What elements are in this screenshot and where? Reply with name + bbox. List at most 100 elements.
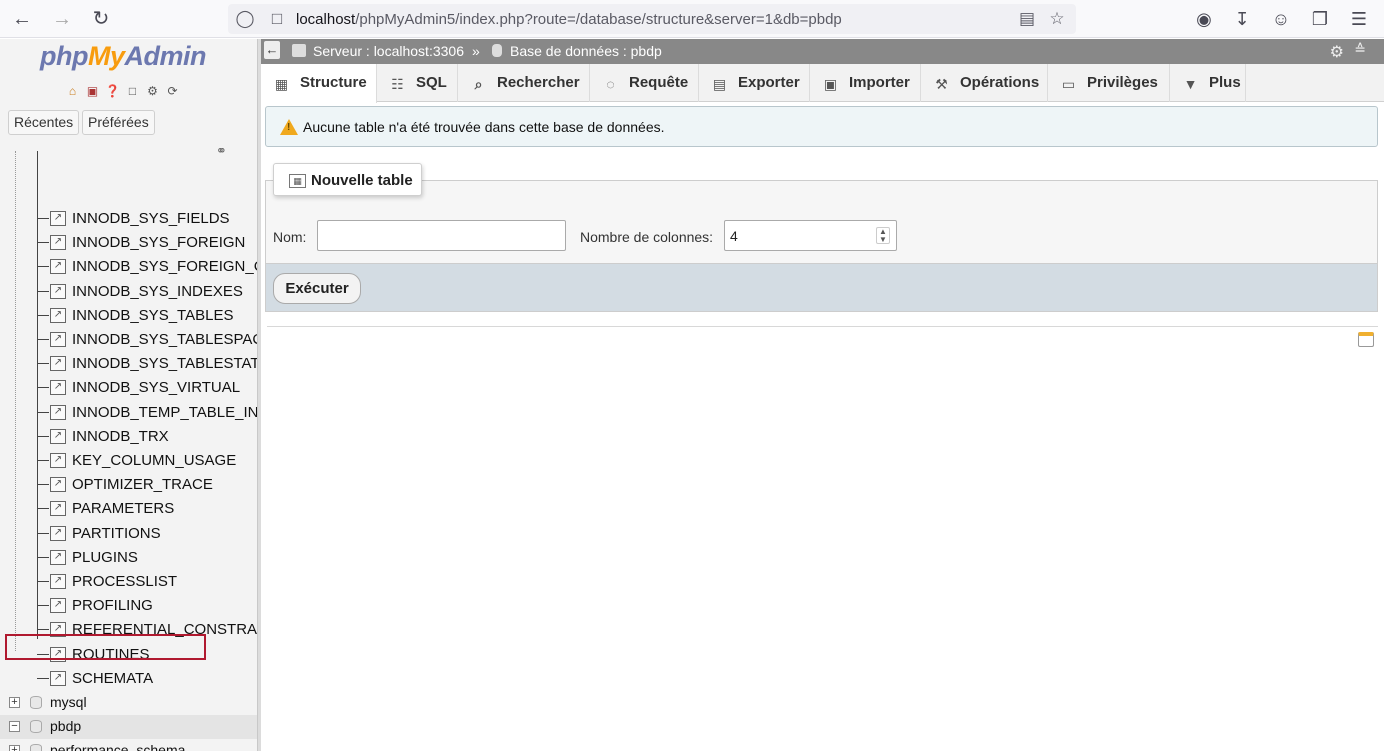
tab-privileges[interactable]: ▭ Privilèges <box>1048 64 1170 102</box>
view-icon[interactable]: ↗ <box>50 525 66 541</box>
table-item[interactable]: ↗ INNODB_SYS_TABLESTATS <box>0 352 257 376</box>
table-name-input[interactable] <box>317 220 566 251</box>
table-name[interactable]: PLUGINS <box>72 549 138 566</box>
link-icon[interactable]: ⚭ <box>216 143 227 159</box>
view-icon[interactable]: ↗ <box>50 307 66 323</box>
extensions-icon[interactable]: ❐ <box>1307 6 1333 32</box>
shield-icon[interactable]: ◯ <box>234 8 256 30</box>
tab-requete[interactable]: ◌ Requête <box>590 64 699 102</box>
table-item[interactable]: ↗ INNODB_SYS_FOREIGN <box>0 231 257 255</box>
database-item[interactable]: + performance_schema <box>0 739 257 751</box>
table-item[interactable]: ↗ INNODB_SYS_TABLES <box>0 304 257 328</box>
expand-plus-icon[interactable]: + <box>9 745 20 751</box>
execute-button[interactable]: Exécuter <box>273 273 361 304</box>
table-name[interactable]: PROFILING <box>72 597 153 614</box>
view-icon[interactable]: ↗ <box>50 259 66 275</box>
breadcrumb-database[interactable]: Base de données : pbdp <box>510 43 662 59</box>
docs-icon[interactable]: □ <box>124 83 141 100</box>
reader-view-icon[interactable]: ▤ <box>1016 8 1038 30</box>
reload-icon[interactable]: ↻ <box>88 6 114 32</box>
view-icon[interactable]: ↗ <box>50 428 66 444</box>
page-icon[interactable]: □ <box>266 8 288 30</box>
bookmark-star-icon[interactable]: ☆ <box>1046 8 1068 30</box>
table-name[interactable]: INNODB_SYS_TABLESPACE <box>72 331 257 348</box>
table-item[interactable]: ↗ PARTITIONS <box>0 522 257 546</box>
database-name[interactable]: pbdp <box>50 718 81 734</box>
view-icon[interactable]: ↗ <box>50 549 66 565</box>
table-name[interactable]: INNODB_TRX <box>72 428 169 445</box>
tab-exporter[interactable]: ▤ Exporter <box>699 64 810 102</box>
view-icon[interactable]: ↗ <box>50 501 66 517</box>
table-item[interactable]: ↗ INNODB_SYS_TABLESPACE <box>0 328 257 352</box>
database-name[interactable]: performance_schema <box>50 742 185 751</box>
back-arrow-icon[interactable]: ← <box>9 6 35 32</box>
view-icon[interactable]: ↗ <box>50 235 66 251</box>
table-name[interactable]: OPTIMIZER_TRACE <box>72 476 213 493</box>
tab-sql[interactable]: ☷ SQL <box>377 64 458 102</box>
table-name[interactable]: PROCESSLIST <box>72 573 177 590</box>
breadcrumb-server[interactable]: Serveur : localhost:3306 <box>313 43 464 59</box>
tab-plus[interactable]: ▼ Plus <box>1170 64 1246 102</box>
table-item[interactable]: ↗ INNODB_SYS_FOREIGN_CO <box>0 255 257 279</box>
view-icon[interactable]: ↗ <box>50 356 66 372</box>
table-item[interactable]: ↗ PLUGINS <box>0 546 257 570</box>
number-spinner-icon[interactable]: ▲ ▼ <box>876 227 890 244</box>
help-icon[interactable]: ❓ <box>104 83 121 100</box>
table-item[interactable]: ↗ SCHEMATA <box>0 667 257 691</box>
table-name[interactable]: INNODB_TEMP_TABLE_INFO <box>72 404 257 421</box>
table-name[interactable]: SCHEMATA <box>72 670 153 687</box>
table-item[interactable]: ↗ INNODB_TEMP_TABLE_INFO <box>0 401 257 425</box>
expand-plus-icon[interactable]: + <box>9 697 20 708</box>
settings-gear-icon[interactable]: ⚙ <box>144 83 161 100</box>
address-bar[interactable]: ◯ □ localhost/phpMyAdmin5/index.php?rout… <box>228 4 1076 34</box>
tab-structure[interactable]: ▦ Structure <box>261 64 377 103</box>
table-name[interactable]: INNODB_SYS_FOREIGN_CO <box>72 258 257 275</box>
table-name[interactable]: INNODB_SYS_TABLES <box>72 307 233 324</box>
pocket-icon[interactable]: ◉ <box>1191 6 1217 32</box>
columns-count-input[interactable]: 4 ▲ ▼ <box>724 220 897 251</box>
database-item[interactable]: + mysql <box>0 691 257 715</box>
view-icon[interactable]: ↗ <box>50 283 66 299</box>
collapse-icon[interactable]: ≙ <box>1354 41 1366 58</box>
database-name[interactable]: mysql <box>50 694 87 710</box>
view-icon[interactable]: ↗ <box>50 380 66 396</box>
account-icon[interactable]: ☺ <box>1268 6 1294 32</box>
table-item[interactable]: ↗ OPTIMIZER_TRACE <box>0 473 257 497</box>
table-name[interactable]: INNODB_SYS_FOREIGN <box>72 234 245 251</box>
table-item[interactable]: ↗ INNODB_SYS_VIRTUAL <box>0 376 257 400</box>
collapse-minus-icon[interactable]: − <box>9 721 20 733</box>
menu-icon[interactable]: ☰ <box>1346 6 1372 32</box>
view-icon[interactable]: ↗ <box>50 477 66 493</box>
table-item[interactable]: ↗ INNODB_TRX <box>0 425 257 449</box>
logout-icon[interactable]: ▣ <box>84 83 101 100</box>
recent-tables-button[interactable]: Récentes <box>8 110 80 135</box>
database-item[interactable]: − pbdp <box>0 715 257 740</box>
download-icon[interactable]: ↧ <box>1229 6 1255 32</box>
table-item[interactable]: ↗ PARAMETERS <box>0 497 257 521</box>
table-item[interactable]: ↗ KEY_COLUMN_USAGE <box>0 449 257 473</box>
table-name[interactable]: INNODB_SYS_FIELDS <box>72 210 230 227</box>
view-icon[interactable]: ↗ <box>50 211 66 226</box>
favorite-tables-button[interactable]: Préférées <box>82 110 155 135</box>
table-name[interactable]: INNODB_SYS_VIRTUAL <box>72 379 240 396</box>
view-icon[interactable]: ↗ <box>50 670 66 686</box>
table-item[interactable]: ↗ PROFILING <box>0 594 257 618</box>
table-item[interactable]: ↗ INNODB_SYS_FIELDS <box>0 207 257 231</box>
reload-nav-icon[interactable]: ⟳ <box>164 83 181 100</box>
table-name[interactable]: INNODB_SYS_TABLESTATS <box>72 355 257 372</box>
table-name[interactable]: INNODB_SYS_INDEXES <box>72 283 243 300</box>
tab-rechercher[interactable]: ⌕ Rechercher <box>458 64 590 102</box>
forward-arrow-icon[interactable]: → <box>49 6 75 32</box>
tab-importer[interactable]: ▣ Importer <box>810 64 921 102</box>
view-icon[interactable]: ↗ <box>50 332 66 347</box>
collapse-nav-arrow-icon[interactable]: ← <box>264 41 280 59</box>
phpmyadmin-logo[interactable]: phpMyAdmin <box>40 41 206 72</box>
url-text[interactable]: localhost/phpMyAdmin5/index.php?route=/d… <box>296 11 842 28</box>
view-icon[interactable]: ↗ <box>50 404 66 420</box>
view-icon[interactable]: ↗ <box>50 598 66 614</box>
gear-icon[interactable]: ⚙ <box>1330 42 1344 62</box>
home-icon[interactable]: ⌂ <box>64 83 81 100</box>
page-settings-icon[interactable] <box>1358 332 1374 347</box>
view-icon[interactable]: ↗ <box>50 574 66 589</box>
table-item[interactable]: ↗ PROCESSLIST <box>0 570 257 594</box>
